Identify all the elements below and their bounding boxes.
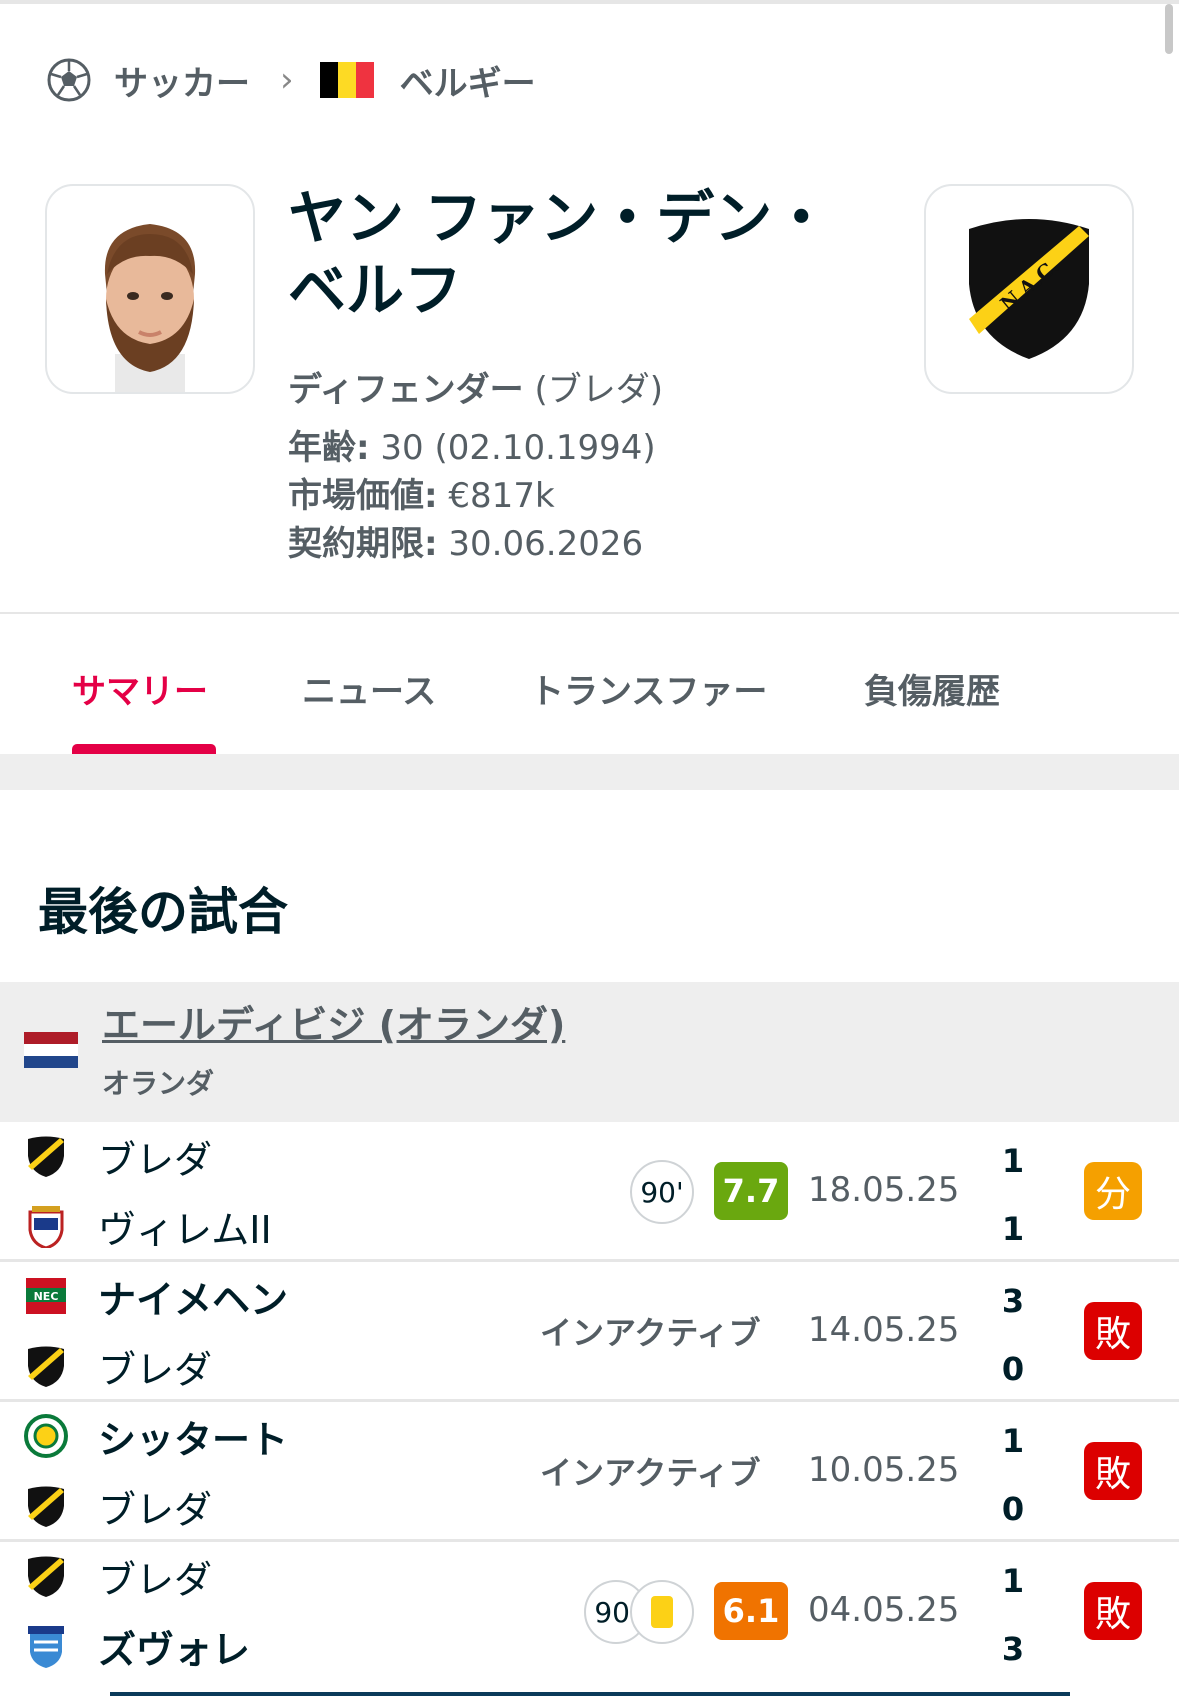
player-market-line: 市場価値: €817k <box>288 468 555 517</box>
home-team-name: ブレダ <box>98 1137 213 1182</box>
yellow-card-icon <box>651 1596 673 1628</box>
contract-value: 30.06.2026 <box>448 524 644 564</box>
match-date: 04.05.25 <box>808 1590 960 1630</box>
breadcrumb: サッカー › ベルギー <box>46 52 536 108</box>
result-badge: 敗 <box>1084 1302 1142 1360</box>
age-label: 年齢: <box>288 428 370 468</box>
club-logo[interactable]: N.A.C. <box>924 184 1134 394</box>
player-portrait-icon <box>104 224 196 392</box>
away-team: ズヴォレ <box>24 1616 250 1676</box>
section-separator <box>0 754 1179 790</box>
market-value: €817k <box>448 476 555 516</box>
player-status: インアクティブ <box>540 1314 761 1352</box>
home-team: シッタート <box>24 1406 288 1466</box>
away-team-name: ヴィレムII <box>98 1207 272 1252</box>
away-score: 0 <box>1001 1490 1025 1528</box>
tab-news[interactable]: ニュース <box>302 664 436 713</box>
player-name: ヤン ファン・デン・ベルフ <box>288 184 831 324</box>
tab-bar: サマリー ニュース トランスファー 負傷履歴 <box>0 612 1179 754</box>
yellow-card-badge <box>630 1580 694 1644</box>
result-badge: 敗 <box>1084 1582 1142 1640</box>
home-score: 3 <box>1001 1282 1025 1320</box>
player-position-line: ディフェンダー (ブレダ) <box>288 362 663 411</box>
match-date: 14.05.25 <box>808 1310 960 1350</box>
home-score: 1 <box>1001 1422 1025 1460</box>
player-contract-line: 契約期限: 30.06.2026 <box>288 516 643 565</box>
zwolle-crest-icon <box>28 1626 64 1668</box>
breadcrumb-sport[interactable]: サッカー <box>114 56 250 105</box>
match-row[interactable]: ブレダ ヴィレムII 90' 7.7 18.05.25 1 1 分 <box>0 1122 1179 1262</box>
tab-summary[interactable]: サマリー <box>72 664 208 713</box>
age-value: 30 (02.10.1994) <box>380 428 656 468</box>
home-team-name: ナイメヘン <box>98 1277 289 1322</box>
away-team: ヴィレムII <box>24 1196 272 1256</box>
nac-crest-icon <box>28 1486 64 1527</box>
away-score: 1 <box>1001 1210 1025 1248</box>
minutes-played-badge: 90' <box>630 1160 694 1224</box>
willem-crest-icon <box>28 1206 64 1248</box>
away-score: 0 <box>1001 1350 1025 1388</box>
player-rating-badge: 6.1 <box>714 1582 788 1640</box>
nac-crest-icon <box>28 1556 64 1597</box>
tab-injury-history[interactable]: 負傷履歴 <box>864 664 1000 713</box>
belgium-flag-icon <box>319 62 374 98</box>
active-tab-indicator <box>72 744 216 754</box>
match-row[interactable]: NEC ナイメヘン ブレダ インアクティブ 14.05.25 3 0 敗 <box>0 1262 1179 1402</box>
nec-crest-icon: NEC <box>26 1278 66 1314</box>
chevron-right-icon: › <box>280 60 294 100</box>
nac-crest-icon: N.A.C. <box>969 219 1089 359</box>
away-score: 3 <box>1001 1630 1025 1668</box>
home-team: ブレダ <box>24 1126 212 1186</box>
fortuna-crest-icon <box>24 1414 68 1458</box>
result-badge: 敗 <box>1084 1442 1142 1500</box>
bottom-divider <box>110 1692 1070 1696</box>
result-badge: 分 <box>1084 1162 1142 1220</box>
away-team: ブレダ <box>24 1476 212 1536</box>
home-team-name: ブレダ <box>98 1557 213 1602</box>
league-name[interactable]: エールディビジ (オランダ) <box>102 994 565 1049</box>
nac-crest-icon <box>28 1346 64 1387</box>
match-row[interactable]: シッタート ブレダ インアクティブ 10.05.25 1 0 敗 <box>0 1402 1179 1542</box>
player-status: インアクティブ <box>540 1454 761 1492</box>
home-score: 1 <box>1001 1142 1025 1180</box>
home-team: ブレダ <box>24 1546 212 1606</box>
contract-label: 契約期限: <box>288 524 438 564</box>
player-rating-badge: 7.7 <box>714 1162 788 1220</box>
section-title: 最後の試合 <box>38 883 288 941</box>
soccer-ball-icon <box>47 58 91 102</box>
nac-crest-icon <box>28 1136 64 1177</box>
player-photo <box>45 184 255 394</box>
player-club[interactable]: (ブレダ) <box>534 370 663 410</box>
scrollbar[interactable] <box>1165 4 1173 54</box>
market-value-label: 市場価値: <box>288 476 438 516</box>
svg-text:NEC: NEC <box>34 1290 59 1303</box>
away-team: ブレダ <box>24 1336 212 1396</box>
match-date: 10.05.25 <box>808 1450 960 1490</box>
home-team-name: シッタート <box>98 1417 289 1462</box>
league-header: エールディビジ (オランダ) オランダ <box>0 982 1179 1122</box>
match-row[interactable]: ブレダ ズヴォレ 90' 6.1 04.05.25 1 3 敗 <box>0 1542 1179 1682</box>
player-position: ディフェンダー <box>288 370 524 410</box>
breadcrumb-country[interactable]: ベルギー <box>400 56 536 105</box>
home-team: NEC ナイメヘン <box>24 1266 288 1326</box>
match-date: 18.05.25 <box>808 1170 960 1210</box>
league-country: オランダ <box>102 1067 215 1100</box>
netherlands-flag-icon <box>24 1032 78 1068</box>
away-team-name: ブレダ <box>98 1487 213 1532</box>
away-team-name: ズヴォレ <box>98 1627 251 1672</box>
away-team-name: ブレダ <box>98 1347 213 1392</box>
player-age-line: 年齢: 30 (02.10.1994) <box>288 420 656 469</box>
top-border <box>0 0 1179 4</box>
home-score: 1 <box>1001 1562 1025 1600</box>
tab-transfers[interactable]: トランスファー <box>530 664 767 713</box>
